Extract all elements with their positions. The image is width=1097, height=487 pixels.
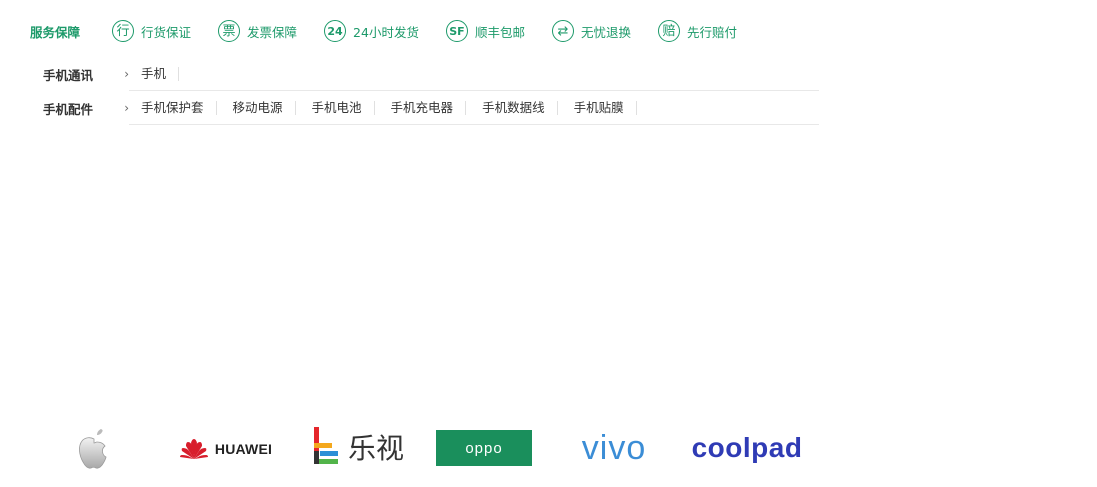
category-link[interactable]: 移动电源 [233,100,296,115]
24h-icon: 24 [324,20,347,42]
category-row-accessories: 手机配件 › 手机保护套 移动电源 手机电池 手机充电器 手机数据线 手机贴膜 [43,91,819,125]
service-item-24h[interactable]: 24 24小时发货 [324,20,419,42]
service-item-invoice[interactable]: 票 发票保障 [218,20,297,42]
service-item-compensation[interactable]: 赔 先行赔付 [657,20,737,42]
category-link[interactable]: 手机保护套 [141,100,217,115]
category-name[interactable]: 手机通讯 › [43,57,129,91]
coolpad-logo[interactable]: coolpad [682,428,812,468]
letv-logo[interactable]: 乐视 [308,426,408,468]
category-link[interactable]: 手机数据线 [482,100,558,115]
service-item-label: 发票保障 [247,24,298,40]
exchange-icon: ⇄ [551,20,574,42]
service-item-label: 无忧退换 [580,24,631,40]
coolpad-wordmark: coolpad [691,432,803,463]
genuine-icon: 行 [112,20,135,42]
huawei-petal-icon [179,439,208,459]
huawei-logo[interactable]: HUAWEI [170,434,280,464]
sf-express-icon: SF [445,20,468,42]
vivo-logo[interactable]: vivo [568,428,660,467]
letv-mark-icon [313,427,338,464]
service-bar-title: 服务保障 [30,24,81,40]
brand-logo-strip: HUAWEI 乐视 oppo vivo coolpad [60,420,820,480]
category-label: 手机通讯 [43,67,94,83]
category-label: 手机配件 [43,101,94,117]
compensation-icon: 赔 [657,20,680,42]
vivo-wordmark: vivo [581,428,647,467]
apple-logo[interactable] [70,424,118,474]
huawei-wordmark: HUAWEI [214,441,273,457]
service-item-exchange[interactable]: ⇄ 无忧退换 [551,20,631,42]
letv-wordmark: 乐视 [347,432,404,465]
service-item-sf-express[interactable]: SF 顺丰包邮 [445,20,525,42]
category-link[interactable]: 手机充电器 [391,100,467,115]
service-guarantee-bar: 服务保障 行 行货保证 票 发票保障 24 24小时发货 SF 顺丰包邮 ⇄ 无… [30,18,764,44]
service-item-label: 先行赔付 [686,24,737,40]
service-item-label: 24小时发货 [353,24,419,40]
category-link[interactable]: 手机贴膜 [574,100,637,115]
category-link[interactable]: 手机电池 [312,100,375,115]
category-links: 手机保护套 移动电源 手机电池 手机充电器 手机数据线 手机贴膜 [129,91,819,125]
service-item-label: 行货保证 [141,24,192,40]
service-item-genuine[interactable]: 行 行货保证 [112,20,191,42]
category-link[interactable]: 手机 [141,66,180,81]
category-name[interactable]: 手机配件 › [43,91,129,125]
oppo-logo[interactable]: oppo [436,430,532,466]
invoice-icon: 票 [218,20,241,42]
category-row-phones: 手机通讯 › 手机 [43,57,819,91]
service-item-label: 顺丰包邮 [474,24,525,40]
category-links: 手机 [129,57,819,91]
oppo-wordmark: oppo [465,439,503,457]
